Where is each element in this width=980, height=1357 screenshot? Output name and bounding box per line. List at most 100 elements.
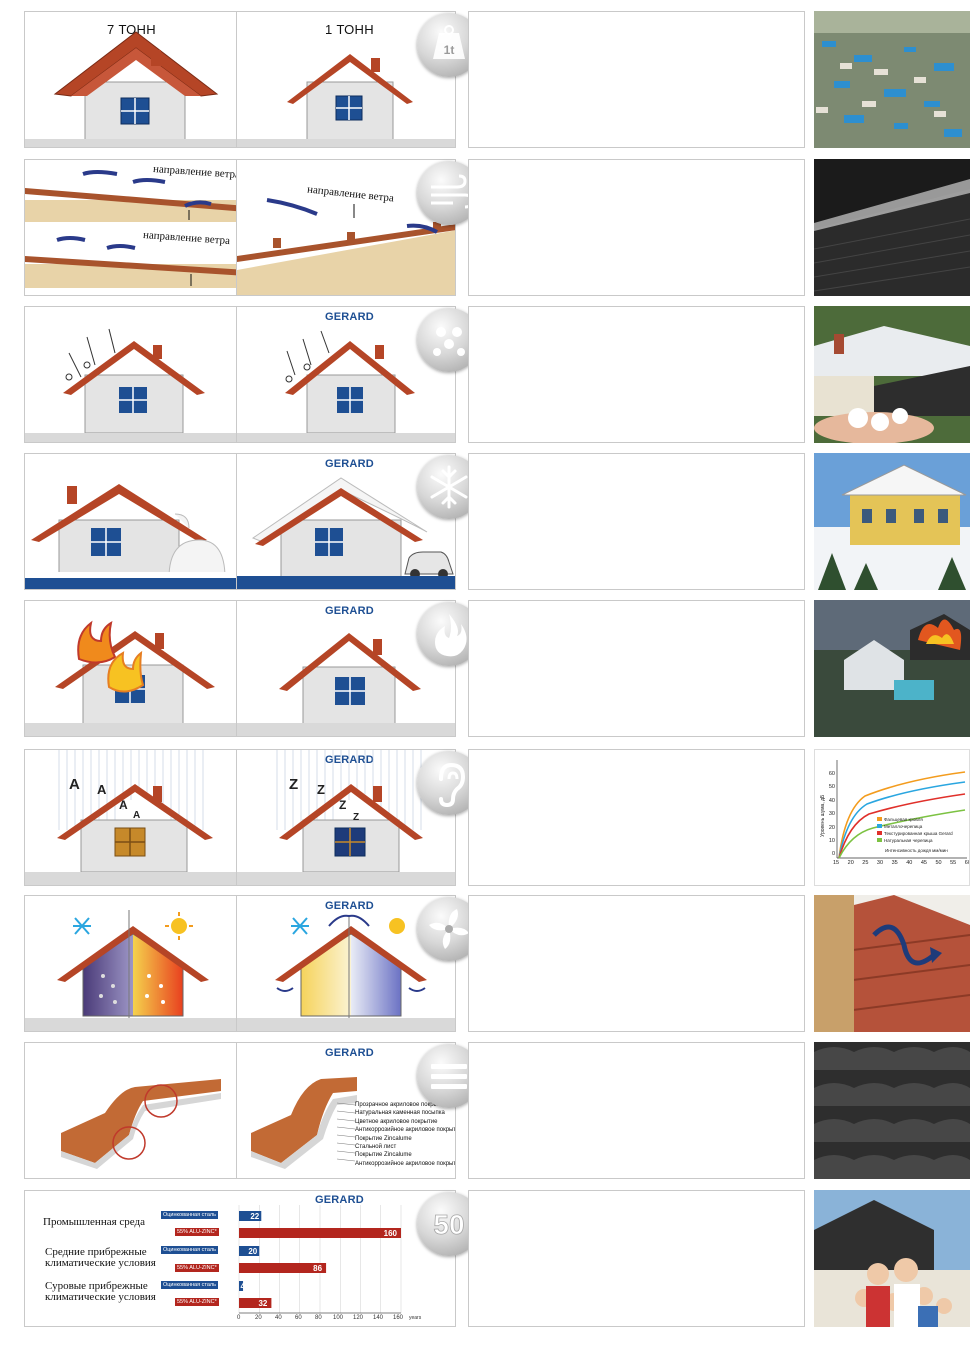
photo-hail-roof bbox=[814, 306, 970, 443]
noise-letter-1: A bbox=[69, 776, 80, 793]
layer-item: Цветное акриловое покрытие bbox=[355, 1118, 438, 1125]
y-tick: 30 bbox=[828, 811, 835, 818]
durability-chart-panel: GERARD 22 160 20 86 4 32 0 20 40 60 80 100 12… bbox=[24, 1190, 456, 1327]
series-tag-galvanized: Оцинкованная сталь bbox=[161, 1211, 218, 1219]
noise-letter-2: A bbox=[97, 782, 107, 797]
series-tag-galvanized: Оцинкованная сталь bbox=[161, 1246, 218, 1254]
panel-layers-other bbox=[24, 1042, 246, 1179]
sleep-letter-1: Z bbox=[289, 776, 299, 793]
legend-item: Натуральная черепица bbox=[884, 838, 933, 843]
row-wind: направление ветра направление ветра напр… bbox=[0, 159, 980, 299]
photo-roof-airflow bbox=[814, 895, 970, 1032]
layer-item: Стальной лист bbox=[355, 1144, 397, 1151]
row-noise: A A A A GERARD Z Z Z Z 60 50 40 30 20 10… bbox=[0, 749, 980, 889]
panel-snow-other bbox=[24, 453, 246, 590]
legend-item: Текстурированная крыша Gerard bbox=[884, 831, 953, 836]
series-tag-aluzinc: 55% ALU-ZINC* bbox=[175, 1298, 219, 1306]
row-weight: 7 ТОНН 1 ТОНН 1t bbox=[0, 11, 980, 151]
y-tick: 40 bbox=[828, 797, 835, 804]
noise-letter-4: A bbox=[133, 810, 141, 821]
sleep-letter-3: Z bbox=[339, 798, 347, 812]
row-snow: GERARD bbox=[0, 453, 980, 593]
x-tick: 0 bbox=[237, 1315, 241, 1321]
house-heavy-roof-illustration bbox=[25, 31, 245, 147]
x-tick: 80 bbox=[315, 1315, 322, 1321]
y-tick: 20 bbox=[828, 824, 835, 831]
layer-item: Натуральная каменная посыпка bbox=[355, 1110, 445, 1117]
row-ventilation: GERARD bbox=[0, 895, 980, 1035]
bar-value-label: 160 bbox=[384, 1229, 398, 1238]
bar-aluzinc bbox=[239, 1228, 401, 1238]
x-tick: 20 bbox=[847, 860, 854, 866]
legend-item: Фальцевая кровля bbox=[884, 817, 923, 822]
x-tick: 50 bbox=[935, 860, 942, 866]
row-fire: GERARD bbox=[0, 600, 980, 740]
noise-chart-y-label: Уровень шума, дБ bbox=[820, 794, 826, 837]
photo-house-in-snow bbox=[814, 453, 970, 590]
layer-item: Покрытие Zincalume bbox=[355, 1152, 412, 1159]
badge-1t-text: 1t bbox=[444, 43, 455, 57]
noise-comparison-chart: 60 50 40 30 20 10 0 15 20 25 30 35 40 45… bbox=[814, 749, 970, 886]
panel-fire-other bbox=[24, 600, 246, 737]
legend-item: Металлочерепица bbox=[884, 824, 923, 829]
series-tag-aluzinc: 55% ALU-ZINC* bbox=[175, 1264, 219, 1272]
x-tick: 55 bbox=[950, 860, 957, 866]
gerard-logo: GERARD bbox=[315, 1194, 364, 1206]
x-tick: 15 bbox=[833, 860, 840, 866]
wind-lifting-roof-illustration bbox=[25, 170, 245, 288]
photo-wind-spray bbox=[814, 159, 970, 296]
x-tick: 100 bbox=[333, 1315, 344, 1321]
panel-vent-other bbox=[24, 895, 246, 1032]
row-hail: GERARD bbox=[0, 306, 980, 446]
x-tick: 120 bbox=[353, 1315, 364, 1321]
series-tag-galvanized: Оцинкованная сталь bbox=[161, 1281, 218, 1289]
panel-noise-other: A A A A bbox=[24, 749, 246, 886]
bar-value-label: 4 bbox=[241, 1282, 246, 1291]
house-on-fire-illustration bbox=[25, 620, 245, 736]
x-unit: years bbox=[409, 1315, 422, 1321]
x-tick: 140 bbox=[373, 1315, 384, 1321]
text-panel-ventilation bbox=[468, 895, 805, 1032]
noise-chart-legend: Фальцевая кровля Металлочерепица Текстур… bbox=[877, 816, 953, 844]
layer-item: Антикоррозийное акриловое покрытие bbox=[355, 1127, 456, 1134]
bar-value-label: 20 bbox=[248, 1247, 257, 1256]
x-tick: 40 bbox=[275, 1315, 282, 1321]
panel-hail-other bbox=[24, 306, 246, 443]
noise-chart-x-ticks: 15 20 25 30 35 40 45 50 55 60 bbox=[833, 860, 969, 866]
house-hail-damage-illustration bbox=[25, 328, 245, 442]
y-tick: 10 bbox=[828, 838, 835, 845]
layer-item: Антикоррозийное акриловое покрытие bbox=[355, 1160, 456, 1167]
noise-letter-3: A bbox=[119, 798, 128, 812]
x-tick: 160 bbox=[393, 1315, 404, 1321]
sleep-letter-2: Z bbox=[317, 782, 325, 797]
category-label-coastal-medium: Средние прибрежные климатические условия bbox=[45, 1246, 156, 1269]
row-layers: GERARD Прозрачное акриловое покрытие Нат… bbox=[0, 1042, 980, 1182]
category-label-coastal-severe: Суровые прибрежные климатические условия bbox=[45, 1280, 156, 1303]
house-snow-buried-car-illustration bbox=[25, 484, 245, 589]
x-tick: 60 bbox=[295, 1315, 302, 1321]
x-tick: 40 bbox=[906, 860, 913, 866]
x-tick: 60 bbox=[964, 860, 969, 866]
category-label-industrial: Промышленная среда bbox=[43, 1216, 145, 1228]
text-panel-snow bbox=[468, 453, 805, 590]
sleep-letter-4: Z bbox=[353, 812, 360, 823]
bar-value-label: 86 bbox=[313, 1264, 322, 1273]
text-panel-wind bbox=[468, 159, 805, 296]
tile-cross-section-damaged-illustration bbox=[61, 1079, 221, 1169]
text-panel-layers bbox=[468, 1042, 805, 1179]
noise-chart-y-ticks: 60 50 40 30 20 10 0 bbox=[825, 768, 835, 862]
x-tick: 45 bbox=[920, 860, 927, 866]
layer-item: Покрытие Zincalume bbox=[355, 1135, 412, 1142]
layer-list: Прозрачное акриловое покрытие Натуральна… bbox=[355, 1101, 456, 1168]
badge-50-text: 50 bbox=[433, 1209, 464, 1240]
series-tag-aluzinc: 55% ALU-ZINC* bbox=[175, 1228, 219, 1236]
panel-wind-other-roof: направление ветра направление ветра bbox=[24, 159, 246, 296]
x-tick: 30 bbox=[876, 860, 884, 866]
bar-value-label: 22 bbox=[250, 1212, 259, 1221]
y-tick: 50 bbox=[828, 784, 835, 791]
x-tick: 25 bbox=[862, 860, 869, 866]
text-panel-weight bbox=[468, 11, 805, 148]
panel-heavy-roof: 7 ТОНН bbox=[24, 11, 246, 148]
photo-dark-tiles bbox=[814, 1042, 970, 1179]
noise-chart-x-label: Интенсивность дождя мм/мин bbox=[885, 848, 948, 853]
